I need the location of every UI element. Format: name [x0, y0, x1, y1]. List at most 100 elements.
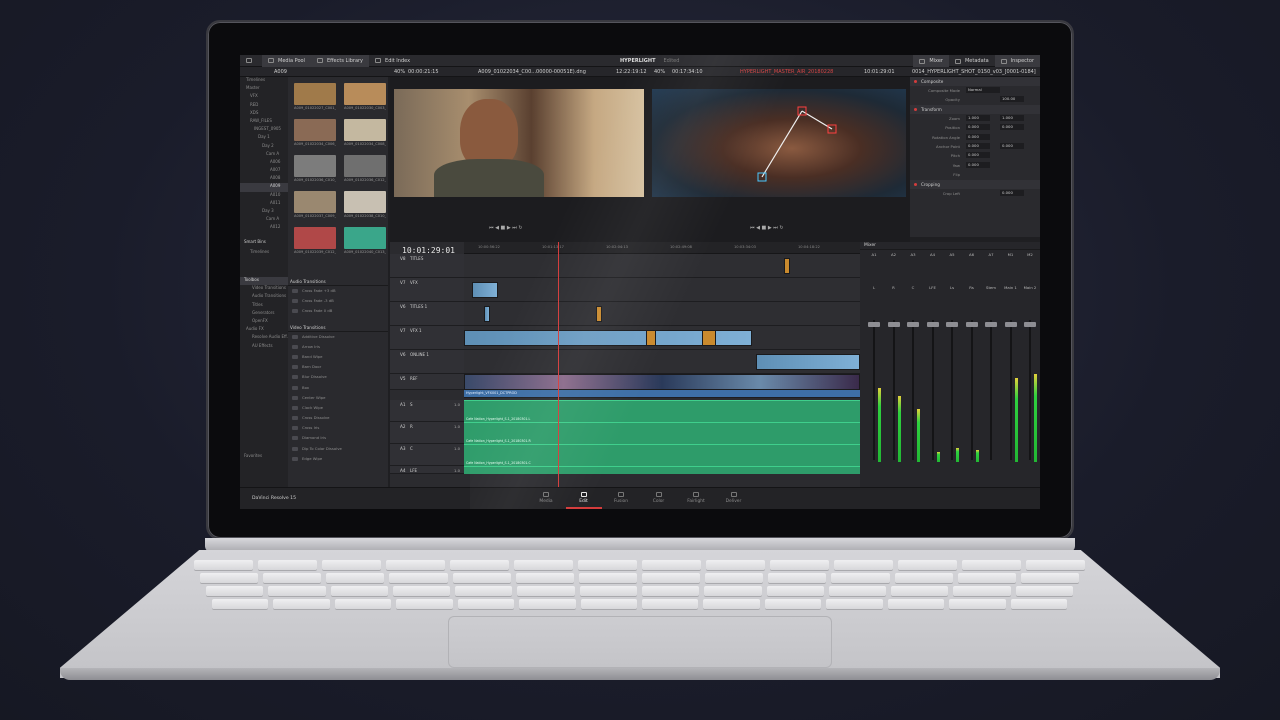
fader-track[interactable]	[990, 320, 992, 460]
tree-item[interactable]: XDS	[240, 110, 288, 118]
timeline-panel[interactable]: 10:01:29:01 10:00:56:22 10:01:13:17 10:02:…	[390, 242, 860, 487]
tree-item[interactable]: A012	[240, 224, 288, 232]
clip-thumbnail[interactable]: A009_01022027_C001_(0...	[294, 83, 336, 113]
toolbox-item[interactable]: Video Transitions	[240, 285, 288, 293]
fader-track[interactable]	[892, 320, 895, 460]
toolbox-item[interactable]: Titles	[240, 302, 288, 310]
tree-item[interactable]: A006	[240, 159, 288, 167]
video-clip[interactable]	[472, 282, 498, 298]
tree-item[interactable]: Cam A	[240, 151, 288, 159]
fader-knob[interactable]	[1004, 322, 1017, 327]
audio-track-lane[interactable]	[464, 466, 860, 474]
video-transition-item[interactable]: Edge Wipe	[288, 454, 388, 464]
page-tab-color[interactable]: Color	[645, 492, 673, 504]
value-x-field[interactable]: 0.000	[966, 142, 990, 149]
metadata-button[interactable]: Metadata	[949, 55, 995, 67]
playhead[interactable]	[558, 242, 559, 487]
audio-track-lane[interactable]: Cafe Nation_Hyperlight_S.1_20180301.L	[464, 400, 860, 422]
video-transition-item[interactable]: Cross Iris	[288, 423, 388, 433]
page-tab-edit[interactable]: Edit	[565, 492, 602, 509]
audio-track-lane[interactable]: Cafe Nation_Hyperlight_S.1_20180301.C	[464, 444, 860, 466]
enable-dot-icon[interactable]	[914, 80, 917, 83]
fader-knob[interactable]	[887, 322, 900, 327]
clip-thumbnail[interactable]: A009_01022030_C003_(0...	[344, 83, 386, 113]
audio-clip[interactable]: Cafe Nation_Hyperlight_S.1_20180301.R	[464, 422, 860, 444]
opacity-field[interactable]: 100.00	[1000, 96, 1024, 103]
video-transition-item[interactable]: Additive Dissolve	[288, 332, 388, 342]
fader-knob[interactable]	[868, 322, 880, 327]
value-x-field[interactable]: 0.000	[966, 161, 990, 168]
audio-track-lane[interactable]: Cafe Nation_Hyperlight_S.1_20180301.R	[464, 422, 860, 444]
tree-item[interactable]: VFX	[240, 93, 288, 101]
clip-thumbnail[interactable]: A009_01022040_C013_(0...	[344, 227, 386, 257]
video-transition-item[interactable]: Band Wipe	[288, 352, 388, 362]
clip-thumbnail[interactable]: A009_01022037_C009_(0...	[294, 191, 336, 221]
fader-track[interactable]	[1029, 320, 1031, 460]
toggle-button[interactable]	[240, 55, 262, 67]
fader-knob[interactable]	[985, 322, 997, 327]
page-tab-media[interactable]: Media	[532, 492, 560, 504]
composite-mode-select[interactable]: Normal	[966, 87, 1000, 93]
video-track-lane[interactable]	[464, 254, 860, 278]
tree-item[interactable]: Day 2	[240, 143, 288, 151]
program-zoom[interactable]: 40%	[654, 69, 665, 75]
clip-thumbnail[interactable]: A009_01022038_C010_(0...	[344, 191, 386, 221]
timeline-name[interactable]: HYPERLIGHT_MASTER_AIR_20180228	[740, 69, 833, 75]
fader-knob[interactable]	[926, 322, 939, 327]
tree-item[interactable]: Master	[240, 85, 288, 93]
video-clip[interactable]	[756, 354, 860, 370]
composite-section[interactable]: Composite	[910, 77, 1040, 86]
audio-transition-item[interactable]: Cross Fade -3 dB	[288, 296, 388, 306]
toolbox-item[interactable]: Generators	[240, 310, 288, 318]
inspector-button[interactable]: Inspector	[994, 55, 1040, 67]
video-transition-item[interactable]: Box	[288, 383, 388, 393]
video-clip[interactable]	[596, 306, 602, 322]
source-viewer[interactable]: ⏮ ◀ ■ ▶ ⏭ ↻	[390, 77, 648, 245]
bin-name[interactable]: A009	[274, 69, 287, 75]
tree-item[interactable]: Day 1	[240, 134, 288, 142]
ref-clip-bar[interactable]: Hyperlight_VFX001_DCTPROD	[464, 390, 860, 398]
edit-index-button[interactable]: Edit Index	[369, 55, 416, 67]
video-transition-item[interactable]: Clock Wipe	[288, 403, 388, 413]
program-viewer[interactable]: ⏮ ◀ ■ ▶ ⏭ ↻	[648, 77, 910, 245]
enable-dot-icon[interactable]	[914, 107, 917, 111]
clip-thumbnail[interactable]: A009_01022039_C012_(0...	[294, 227, 336, 257]
timeline-ruler[interactable]: 10:00:56:22 10:01:13:17 10:02:04:13 10:02:4…	[464, 242, 860, 254]
video-transition-item[interactable]: Dip To Color Dissolve	[288, 444, 388, 454]
transform-section[interactable]: Transform	[910, 104, 1040, 114]
fader-knob[interactable]	[907, 322, 919, 327]
tree-item[interactable]: Timelines	[240, 77, 288, 85]
video-transition-item[interactable]: Arrow Iris	[288, 342, 388, 352]
tree-item[interactable]: Cam A	[240, 216, 288, 224]
value-y-field[interactable]: 1.000	[1000, 114, 1024, 121]
tree-item[interactable]: A011	[240, 200, 288, 208]
audio-clip[interactable]: Cafe Nation_Hyperlight_S.1_20180301.C	[464, 444, 860, 466]
toolbox-item[interactable]: Audio FX	[240, 326, 288, 334]
value-x-field[interactable]: 1.000	[966, 114, 990, 121]
tree-item[interactable]: A010	[240, 192, 288, 200]
tree-item[interactable]: A007	[240, 167, 288, 175]
tree-item[interactable]: RED	[240, 102, 288, 110]
page-tab-fusion[interactable]: Fusion	[607, 492, 635, 504]
video-clip[interactable]	[646, 330, 656, 346]
value-y-field[interactable]: 0.000	[1000, 142, 1024, 149]
fader-knob[interactable]	[965, 322, 978, 327]
tree-item[interactable]: Day 3	[240, 208, 288, 216]
video-track-lane[interactable]	[464, 374, 860, 390]
page-tab-deliver[interactable]: Deliver	[720, 492, 748, 504]
crop-left-field[interactable]: 0.000	[1000, 189, 1024, 196]
video-transition-item[interactable]: Cross Dissolve	[288, 413, 388, 423]
audio-transition-item[interactable]: Cross Fade +3 dB	[288, 286, 388, 296]
fader-track[interactable]	[970, 320, 973, 460]
toolbox-item[interactable]: AU Effects	[240, 343, 288, 351]
video-track-lane[interactable]	[464, 326, 860, 350]
toolbox-item[interactable]: OpenFX	[240, 318, 288, 326]
toolbox-header[interactable]: Toolbox	[240, 277, 288, 286]
fader-track[interactable]	[1009, 320, 1012, 460]
clip-thumbnail[interactable]: A009_01022034_C008_(0...	[344, 119, 386, 149]
clip-thumbnail[interactable]: A009_01022036_C012_(0...	[344, 155, 386, 185]
video-track-lane[interactable]	[464, 302, 860, 326]
audio-clip[interactable]: Cafe Nation_Hyperlight_S.1_20180301.L	[464, 400, 860, 422]
cropping-section[interactable]: Cropping	[910, 179, 1040, 189]
video-transition-item[interactable]: Center Wipe	[288, 393, 388, 403]
